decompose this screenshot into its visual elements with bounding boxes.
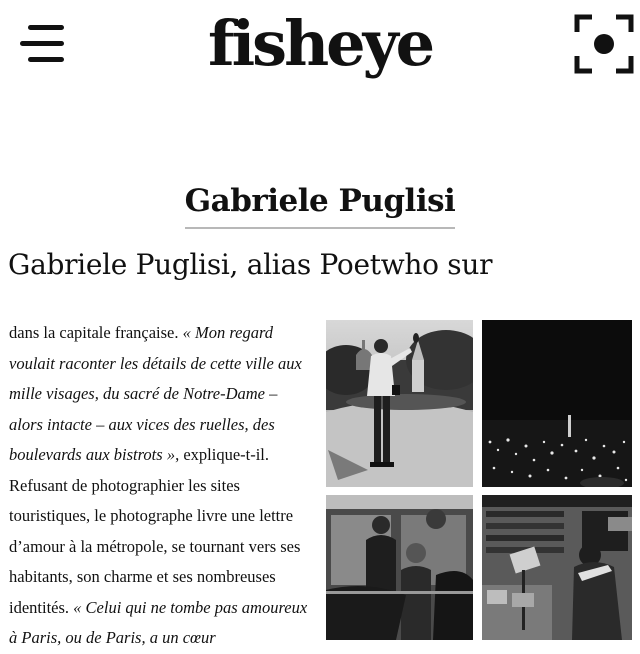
title-wrap: Gabriele Puglisi [0, 162, 640, 250]
photo-cafe-window[interactable] [326, 495, 473, 640]
site-logo[interactable]: fisheye [0, 4, 640, 84]
photo-man-in-park[interactable] [326, 320, 473, 487]
article-body: dans la capitale française. « Mon regard… [9, 318, 314, 654]
fullscreen-focus-icon[interactable] [574, 14, 634, 74]
body-text: dans la capitale française. [9, 323, 183, 342]
top-bar: fisheye [0, 0, 640, 100]
article-paragraph: dans la capitale française. « Mon regard… [9, 318, 314, 654]
page-title: Gabriele Puglisi [184, 183, 456, 229]
photo-bookshop[interactable] [482, 495, 632, 640]
article-lead: Gabriele Puglisi, alias Poetwho sur [8, 248, 493, 281]
photo-city-at-night[interactable] [482, 320, 632, 487]
body-text: , explique-t-il. Refusant de photographi… [9, 445, 301, 617]
body-quote: « Mon regard voulait raconter les détail… [9, 323, 302, 464]
